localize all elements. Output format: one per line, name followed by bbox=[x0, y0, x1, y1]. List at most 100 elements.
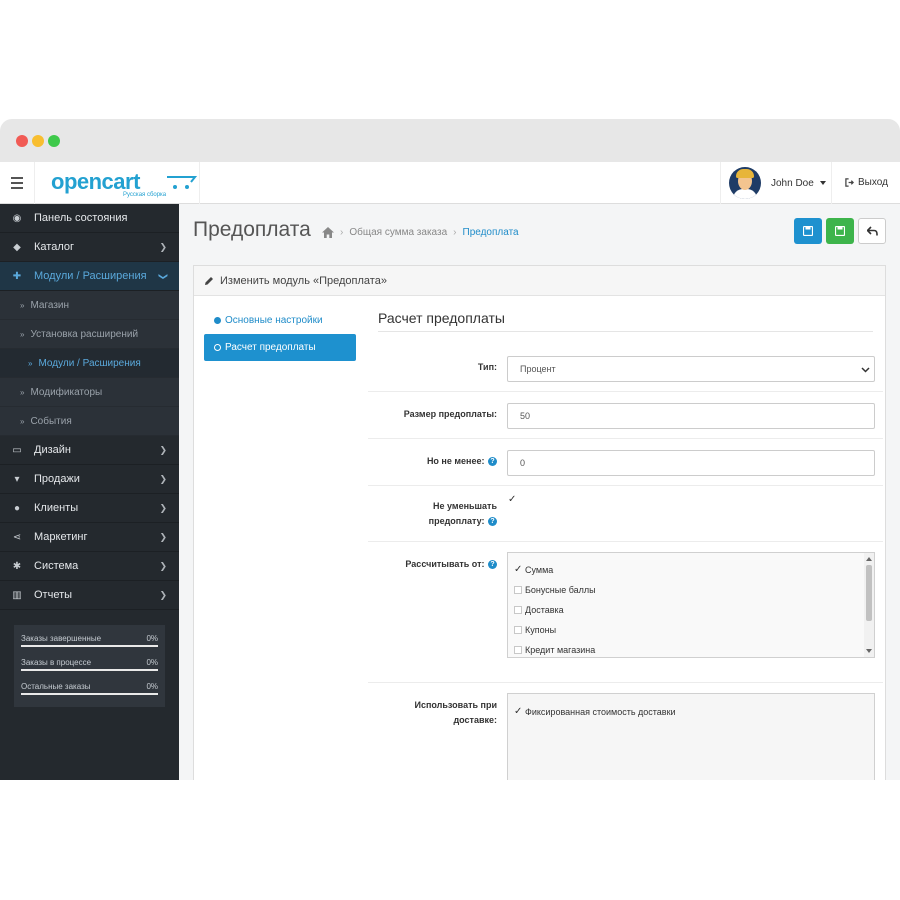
close-window-button[interactable] bbox=[16, 135, 28, 147]
checkbox[interactable] bbox=[514, 646, 522, 654]
share-icon: ⋖ bbox=[12, 531, 22, 543]
progress-bar bbox=[21, 669, 158, 671]
min-input[interactable]: 0 bbox=[507, 450, 875, 476]
logo[interactable]: opencart Русская сборка bbox=[34, 162, 200, 204]
sidebar-subitem-modifications[interactable]: » Модификаторы bbox=[0, 378, 179, 407]
user-menu[interactable]: John Doe bbox=[720, 162, 832, 204]
type-select[interactable]: Процент bbox=[507, 356, 875, 382]
option-label: Кредит магазина bbox=[525, 645, 596, 655]
sidebar: ◉ Панель состояния ◆ Каталог ❯ ✚ Модули … bbox=[0, 204, 179, 780]
calc-from-listbox[interactable]: ✓ Сумма Бонусные баллы Доставка Купоны К… bbox=[507, 552, 875, 658]
sidebar-item-extensions[interactable]: ✚ Модули / Расширения ❯ bbox=[0, 262, 179, 291]
home-icon[interactable] bbox=[322, 227, 334, 238]
sidebar-item-customers[interactable]: ● Клиенты ❯ bbox=[0, 494, 179, 523]
sidebar-item-design[interactable]: ▭ Дизайн ❯ bbox=[0, 436, 179, 465]
chevron-right-icon: ❯ bbox=[159, 503, 167, 513]
stat-value: 0% bbox=[146, 682, 158, 691]
stat-other: Остальные заказы 0% bbox=[21, 679, 158, 703]
option-label: Бонусные баллы bbox=[525, 585, 596, 595]
breadcrumb-separator: › bbox=[340, 227, 344, 238]
checkbox-checked[interactable]: ✓ bbox=[514, 707, 522, 717]
sidebar-item-system[interactable]: ✱ Система ❯ bbox=[0, 552, 179, 581]
checkbox[interactable] bbox=[514, 586, 522, 594]
sidebar-subitem-installer[interactable]: » Установка расширений bbox=[0, 320, 179, 349]
size-input[interactable]: 50 bbox=[507, 403, 875, 429]
sidebar-item-label: Модули / Расширения bbox=[34, 270, 147, 282]
option-label: Сумма bbox=[525, 565, 554, 575]
stat-label: Заказы завершенные bbox=[21, 634, 102, 643]
listbox-scrollbar[interactable] bbox=[864, 553, 874, 657]
monitor-icon: ▭ bbox=[12, 444, 22, 456]
stat-label: Заказы в процессе bbox=[21, 658, 92, 667]
order-stats: Заказы завершенные 0% Заказы в процессе … bbox=[14, 625, 165, 707]
list-item[interactable]: ✓ Сумма bbox=[508, 560, 874, 580]
scroll-down-icon[interactable] bbox=[866, 649, 872, 653]
breadcrumb-item[interactable]: Общая сумма заказа bbox=[349, 227, 447, 238]
list-item[interactable]: ✓ Фиксированная стоимость доставки bbox=[508, 702, 874, 722]
save-and-stay-button[interactable] bbox=[826, 218, 854, 244]
browser-window: opencart Русская сборка John Doe Выход ◉… bbox=[0, 119, 900, 780]
cart-logo-icon bbox=[167, 176, 198, 189]
sidebar-item-catalog[interactable]: ◆ Каталог ❯ bbox=[0, 233, 179, 262]
sidebar-subitem-label: Магазин bbox=[30, 299, 70, 311]
type-row: Тип: Процент bbox=[368, 345, 883, 392]
sidebar-subitem-events[interactable]: » События bbox=[0, 407, 179, 436]
size-label: Размер предоплаты: bbox=[403, 409, 497, 419]
logout-link[interactable]: Выход bbox=[845, 177, 888, 188]
tab-label: Основные настройки bbox=[225, 315, 323, 326]
scroll-up-icon[interactable] bbox=[866, 557, 872, 561]
stat-value: 0% bbox=[146, 658, 158, 667]
dashboard-icon: ◉ bbox=[12, 212, 22, 224]
tab-prepayment-calc[interactable]: Расчет предоплаты bbox=[204, 334, 356, 361]
sidebar-item-reports[interactable]: ▥ Отчеты ❯ bbox=[0, 581, 179, 610]
list-item[interactable]: Купоны bbox=[508, 620, 874, 640]
breadcrumb-separator: › bbox=[453, 227, 457, 238]
logout-label: Выход bbox=[858, 177, 888, 188]
sign-out-icon bbox=[845, 178, 854, 187]
sidebar-subitem-extensions[interactable]: » Модули / Расширения bbox=[0, 349, 179, 378]
type-label: Тип: bbox=[477, 362, 497, 372]
size-input-value: 50 bbox=[520, 411, 531, 421]
back-button[interactable] bbox=[858, 218, 886, 244]
checkbox-checked[interactable]: ✓ bbox=[514, 565, 522, 575]
help-icon[interactable]: ? bbox=[488, 457, 497, 467]
sidebar-item-sales[interactable]: ▾ Продажи ❯ bbox=[0, 465, 179, 494]
delivery-listbox[interactable]: ✓ Фиксированная стоимость доставки bbox=[507, 693, 875, 780]
sidebar-subitem-store[interactable]: » Магазин bbox=[0, 291, 179, 320]
no-reduce-label: Не уменьшать предоплату: ? bbox=[429, 499, 497, 529]
help-icon[interactable]: ? bbox=[488, 517, 497, 527]
menu-toggle-icon[interactable] bbox=[0, 162, 34, 204]
sidebar-item-label: Каталог bbox=[34, 241, 74, 253]
double-arrow-icon: » bbox=[20, 300, 25, 310]
sidebar-subitem-label: События bbox=[30, 415, 72, 427]
checkbox[interactable] bbox=[514, 626, 522, 634]
scrollbar-thumb[interactable] bbox=[866, 565, 872, 621]
delivery-label-line2: доставке: bbox=[453, 715, 497, 725]
panel-heading: Изменить модуль «Предоплата» bbox=[194, 266, 885, 296]
minimize-window-button[interactable] bbox=[32, 135, 44, 147]
list-item[interactable]: Доставка bbox=[508, 600, 874, 620]
save-button[interactable] bbox=[794, 218, 822, 244]
delivery-label: Использовать при доставке: bbox=[414, 698, 497, 728]
list-item[interactable]: Бонусные баллы bbox=[508, 580, 874, 600]
bar-chart-icon: ▥ bbox=[12, 589, 22, 601]
sidebar-subitem-label: Модификаторы bbox=[30, 386, 103, 398]
sidebar-item-marketing[interactable]: ⋖ Маркетинг ❯ bbox=[0, 523, 179, 552]
help-icon[interactable]: ? bbox=[488, 560, 497, 570]
progress-bar bbox=[21, 645, 158, 647]
tab-general[interactable]: Основные настройки bbox=[204, 307, 356, 334]
module-panel: Изменить модуль «Предоплата» Основные на… bbox=[193, 265, 886, 780]
maximize-window-button[interactable] bbox=[48, 135, 60, 147]
tag-icon: ◆ bbox=[13, 241, 21, 253]
double-arrow-icon: » bbox=[20, 416, 25, 426]
list-item[interactable]: Кредит магазина bbox=[508, 640, 874, 657]
chevron-right-icon: ❯ bbox=[159, 445, 167, 455]
sidebar-subitem-label: Установка расширений bbox=[30, 328, 139, 340]
checkbox[interactable] bbox=[514, 606, 522, 614]
chevron-right-icon: ❯ bbox=[159, 242, 167, 252]
breadcrumb-item[interactable]: Предоплата bbox=[463, 227, 519, 238]
page-title: Предоплата bbox=[193, 218, 311, 241]
sidebar-item-dashboard[interactable]: ◉ Панель состояния bbox=[0, 204, 179, 233]
no-reduce-checkbox[interactable]: ✓ bbox=[508, 494, 516, 505]
sidebar-item-label: Панель состояния bbox=[34, 212, 128, 224]
